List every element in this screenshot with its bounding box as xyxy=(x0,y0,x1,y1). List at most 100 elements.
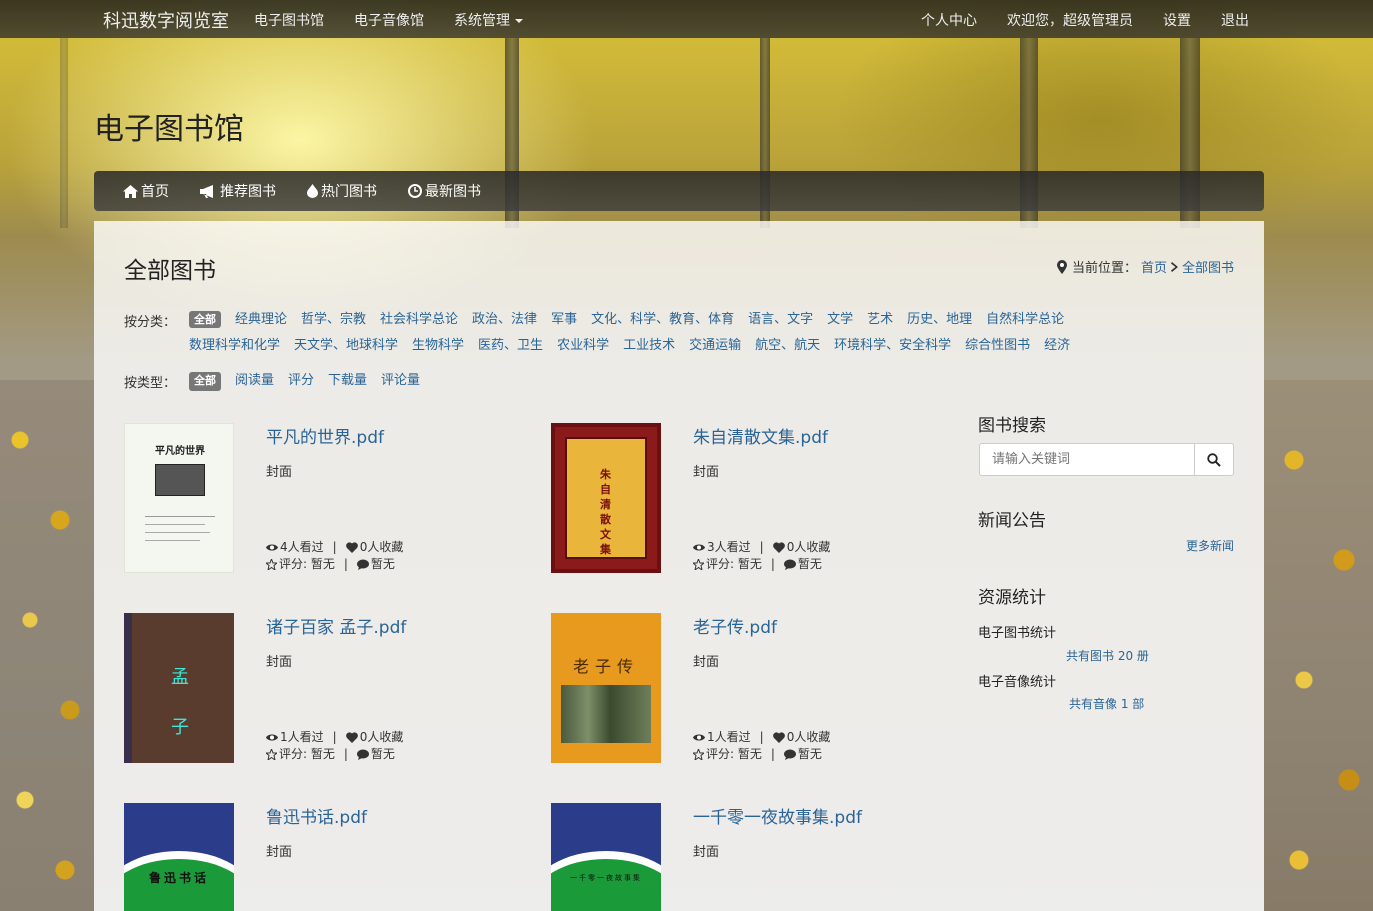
category-option[interactable]: 航空、航天 xyxy=(755,337,820,354)
book-card: 鲁迅书话 鲁迅书话.pdf 封面 xyxy=(124,803,524,911)
comment-count: 暂无 xyxy=(797,747,822,761)
category-option[interactable]: 生物科学 xyxy=(412,337,464,354)
book-stats: 4人看过 | 0人收藏 评分: 暂无 | 暂无 xyxy=(266,539,403,573)
cover-label: 封面 xyxy=(693,845,720,860)
cover-label: 封面 xyxy=(693,655,720,670)
heart-icon xyxy=(345,542,358,553)
brand-logo[interactable]: 科迅数字阅览室 xyxy=(103,7,229,33)
star-half-icon xyxy=(266,559,277,570)
category-option[interactable]: 工业技术 xyxy=(623,337,675,354)
eye-icon xyxy=(266,734,278,741)
category-option[interactable]: 军事 xyxy=(551,311,577,328)
book-title-link[interactable]: 鲁迅书话.pdf xyxy=(266,803,367,828)
breadcrumb-home[interactable]: 首页 xyxy=(1141,257,1167,276)
map-marker-icon xyxy=(1056,259,1067,274)
book-cover[interactable]: 朱自清散文集 xyxy=(551,423,661,573)
more-news-link[interactable]: 更多新闻 xyxy=(1186,537,1234,554)
book-cover[interactable]: 鲁迅书话 xyxy=(124,803,234,911)
nav-settings[interactable]: 设置 xyxy=(1163,10,1191,30)
nav-user-center[interactable]: 个人中心 xyxy=(921,10,977,30)
news-heading: 新闻公告 xyxy=(978,511,1046,531)
eye-icon xyxy=(693,544,705,551)
chevron-right-icon xyxy=(1170,261,1178,272)
book-title-link[interactable]: 一千零一夜故事集.pdf xyxy=(693,803,862,828)
search-icon xyxy=(1207,452,1221,467)
subnav-latest-label: 最新图书 xyxy=(425,184,481,200)
book-card: 孟子 诸子百家 孟子.pdf 封面 1人看过 | 0人收藏 评分: 暂无 | 暂无 xyxy=(124,613,524,763)
category-option[interactable]: 哲学、宗教 xyxy=(301,311,366,328)
category-option[interactable]: 天文学、地球科学 xyxy=(294,337,398,354)
clock-icon xyxy=(408,184,422,198)
subnav-home[interactable]: 首页 xyxy=(123,181,169,201)
category-option[interactable]: 经济 xyxy=(1044,337,1070,354)
rating-text: 评分: 暂无 xyxy=(279,747,335,761)
cover-label: 封面 xyxy=(266,655,293,670)
category-option[interactable]: 综合性图书 xyxy=(965,337,1030,354)
book-cover-title: 朱自清散文集 xyxy=(600,468,611,556)
cover-label: 封面 xyxy=(693,465,720,480)
book-title-link[interactable]: 老子传.pdf xyxy=(693,613,777,638)
subnav-hot[interactable]: 热门图书 xyxy=(307,181,377,201)
search-form xyxy=(979,443,1234,476)
star-half-icon xyxy=(693,749,704,760)
comment-icon xyxy=(783,559,796,570)
type-option[interactable]: 阅读量 xyxy=(235,372,274,391)
book-title-link[interactable]: 朱自清散文集.pdf xyxy=(693,423,828,448)
book-cover-title: 鲁迅书话 xyxy=(148,871,209,885)
category-option[interactable]: 文化、科学、教育、体育 xyxy=(591,311,734,328)
search-button[interactable] xyxy=(1195,443,1234,476)
book-title-link[interactable]: 平凡的世界.pdf xyxy=(266,423,384,448)
subnav-home-label: 首页 xyxy=(141,184,169,200)
nav-welcome-user[interactable]: 欢迎您，超级管理员 xyxy=(1007,10,1133,30)
cover-label: 封面 xyxy=(266,465,293,480)
type-option[interactable]: 评论量 xyxy=(381,372,420,391)
category-option[interactable]: 语言、文字 xyxy=(748,311,813,328)
category-option[interactable]: 社会科学总论 xyxy=(380,311,458,328)
search-heading: 图书搜索 xyxy=(978,416,1046,436)
nav-logout[interactable]: 退出 xyxy=(1221,10,1249,30)
bullhorn-icon xyxy=(200,184,213,198)
page-title: 电子图书馆 xyxy=(94,112,244,147)
book-cover[interactable]: 一千零一夜故事集 xyxy=(551,803,661,911)
nav-ebook-library[interactable]: 电子图书馆 xyxy=(254,10,324,30)
rating-text: 评分: 暂无 xyxy=(706,557,762,571)
category-option[interactable]: 医药、卫生 xyxy=(478,337,543,354)
category-option[interactable]: 历史、地理 xyxy=(907,311,972,328)
breadcrumb: 当前位置： 首页 全部图书 xyxy=(1056,257,1234,276)
subnav-latest[interactable]: 最新图书 xyxy=(408,181,481,201)
category-option[interactable]: 农业科学 xyxy=(557,337,609,354)
nav-system-admin-label: 系统管理 xyxy=(454,13,510,29)
nav-system-admin[interactable]: 系统管理 xyxy=(454,10,523,30)
category-option[interactable]: 经典理论 xyxy=(235,311,287,328)
ebook-stat-label: 电子图书统计 xyxy=(978,626,1057,641)
subnav-recommended[interactable]: 推荐图书 xyxy=(200,181,276,201)
search-input[interactable] xyxy=(979,443,1195,476)
comment-icon xyxy=(783,749,796,760)
category-all-badge[interactable]: 全部 xyxy=(189,311,221,328)
book-cover[interactable]: 孟子 xyxy=(124,613,234,763)
category-option[interactable]: 环境科学、安全科学 xyxy=(834,337,951,354)
book-title-link[interactable]: 诸子百家 孟子.pdf xyxy=(266,613,406,638)
view-count: 3人看过 xyxy=(707,540,751,554)
category-option[interactable]: 自然科学总论 xyxy=(986,311,1064,328)
type-all-badge[interactable]: 全部 xyxy=(189,372,221,391)
type-option[interactable]: 评分 xyxy=(288,372,314,391)
category-option[interactable]: 政治、法律 xyxy=(472,311,537,328)
rating-text: 评分: 暂无 xyxy=(706,747,762,761)
view-count: 1人看过 xyxy=(707,730,751,744)
view-count: 4人看过 xyxy=(280,540,324,554)
category-option[interactable]: 艺术 xyxy=(867,311,893,328)
breadcrumb-all-books[interactable]: 全部图书 xyxy=(1182,257,1234,276)
nav-media-library[interactable]: 电子音像馆 xyxy=(354,10,424,30)
book-cover[interactable]: 老子传 xyxy=(551,613,661,763)
category-filter: 按分类： 全部 经典理论 哲学、宗教 社会科学总论 政治、法律 军事 文化、科学… xyxy=(124,311,1149,354)
category-option[interactable]: 数理科学和化学 xyxy=(189,337,280,354)
type-option[interactable]: 下载量 xyxy=(328,372,367,391)
category-option[interactable]: 文学 xyxy=(827,311,853,328)
star-half-icon xyxy=(266,749,277,760)
rating-text: 评分: 暂无 xyxy=(279,557,335,571)
home-icon xyxy=(123,184,138,198)
category-option[interactable]: 交通运输 xyxy=(689,337,741,354)
comment-count: 暂无 xyxy=(797,557,822,571)
book-cover[interactable]: 平凡的世界 xyxy=(124,423,234,573)
